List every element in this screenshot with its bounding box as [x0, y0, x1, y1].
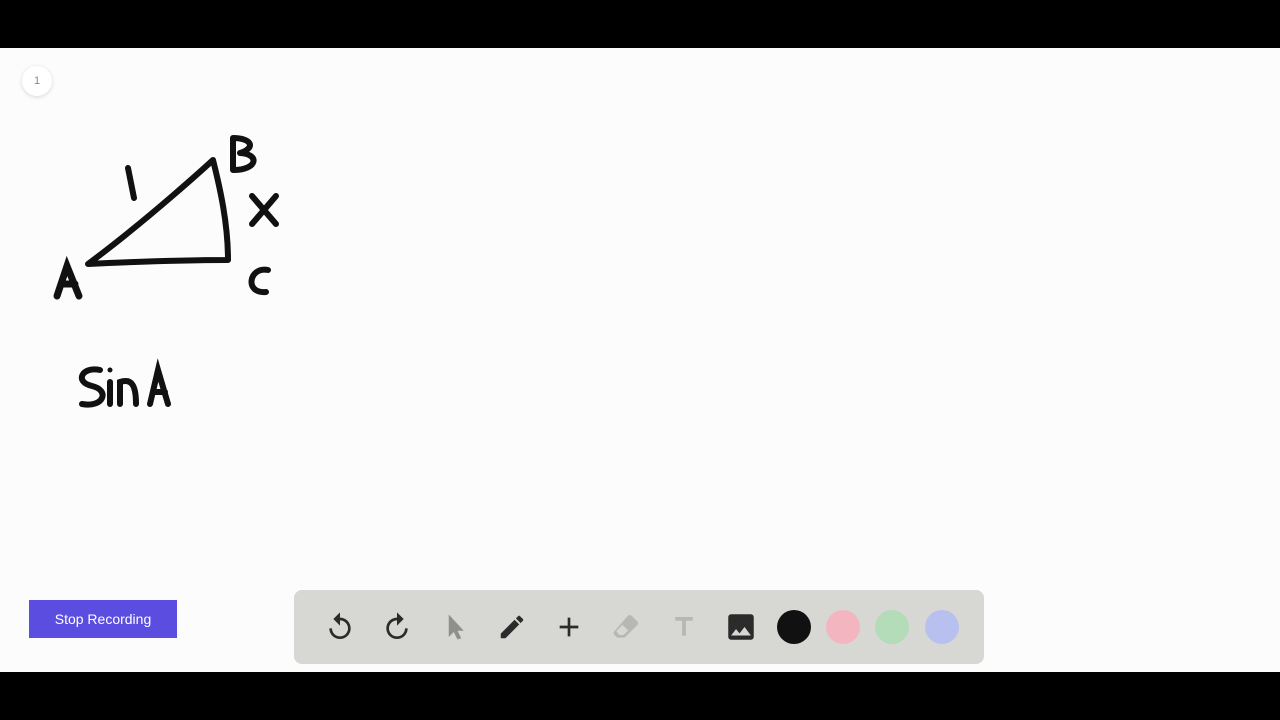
- image-button[interactable]: [720, 606, 762, 648]
- drawing-canvas[interactable]: [0, 48, 1280, 672]
- color-swatch-black[interactable]: [777, 610, 811, 644]
- text-button[interactable]: [663, 606, 705, 648]
- pen-button[interactable]: [491, 606, 533, 648]
- image-icon: [724, 610, 758, 644]
- redo-button[interactable]: [376, 606, 418, 648]
- whiteboard-stage: 1 Stop Recording: [0, 48, 1280, 672]
- eraser-button[interactable]: [605, 606, 647, 648]
- pen-icon: [497, 612, 527, 642]
- stop-recording-label: Stop Recording: [55, 611, 152, 627]
- undo-icon: [324, 611, 356, 643]
- pointer-button[interactable]: [434, 606, 476, 648]
- color-swatch-purple[interactable]: [925, 610, 959, 644]
- pointer-icon: [440, 612, 470, 642]
- page-number: 1: [34, 75, 40, 87]
- undo-button[interactable]: [319, 606, 361, 648]
- color-swatch-green[interactable]: [875, 610, 909, 644]
- toolbar: [294, 590, 984, 664]
- stop-recording-button[interactable]: Stop Recording: [29, 600, 177, 638]
- page-number-badge[interactable]: 1: [22, 66, 52, 96]
- add-button[interactable]: [548, 606, 590, 648]
- eraser-icon: [610, 611, 642, 643]
- redo-icon: [381, 611, 413, 643]
- ink-layer: [0, 48, 1280, 672]
- plus-icon: [553, 611, 585, 643]
- color-swatch-pink[interactable]: [826, 610, 860, 644]
- text-icon: [669, 612, 699, 642]
